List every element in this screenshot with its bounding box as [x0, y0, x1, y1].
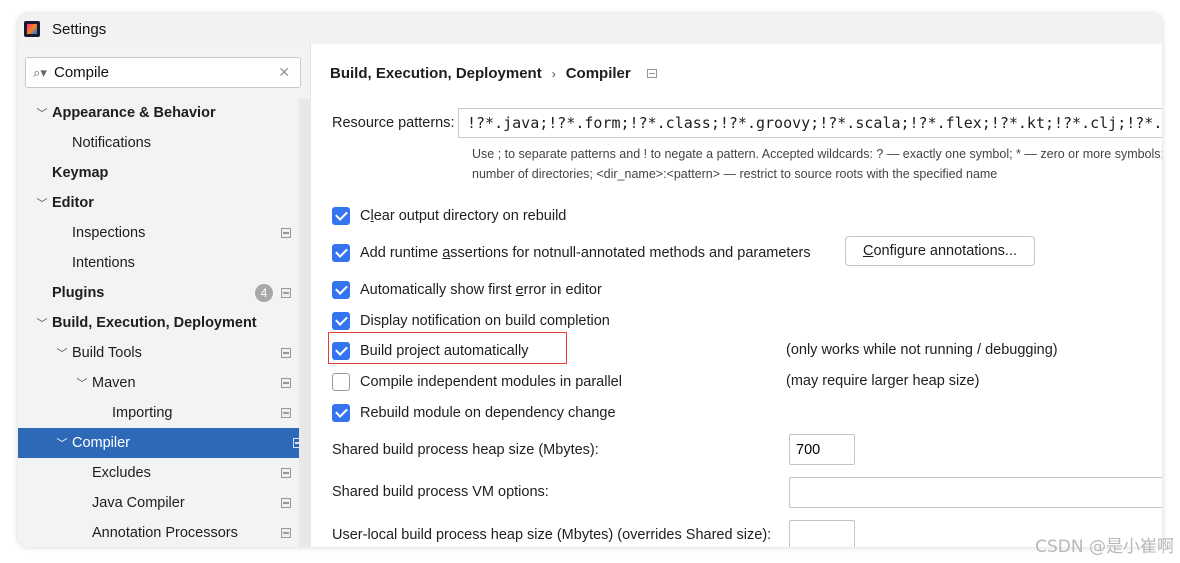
breadcrumb-separator: ›	[551, 66, 556, 81]
sidebar-item-label: Inspections	[72, 225, 146, 241]
sidebar-item-label: Intentions	[72, 255, 135, 271]
breadcrumb-current: Compiler	[565, 65, 631, 82]
rebuild-on-dependency-checkbox[interactable]	[332, 404, 350, 422]
sidebar-item-excludes[interactable]: Excludes	[18, 458, 299, 488]
sidebar-item-label: Importing	[112, 405, 173, 421]
chevron-down-icon[interactable]: ﹀	[32, 315, 52, 331]
sidebar-item-label: Build Tools	[72, 345, 142, 361]
window-title: Settings	[52, 20, 107, 38]
rebuild-on-dependency-option[interactable]: Rebuild module on dependency change	[332, 404, 616, 422]
compiler-settings-panel: Build, Execution, Deployment › Compiler …	[312, 44, 1162, 547]
sidebar-item-label: Editor	[52, 195, 94, 211]
build-automatically-label: Build project automatically	[360, 343, 529, 359]
sidebar-item-importing[interactable]: Importing	[18, 398, 299, 428]
sidebar-item-label: Appearance & Behavior	[52, 105, 216, 121]
compile-parallel-note: (may require larger heap size)	[786, 373, 980, 389]
sidebar-scrollbar[interactable]	[299, 99, 311, 547]
runtime-assertions-checkbox[interactable]	[332, 244, 350, 262]
search-icon[interactable]: ⌕▾	[26, 65, 54, 81]
display-notification-option[interactable]: Display notification on build completion	[332, 312, 610, 330]
vm-options-label: Shared build process VM options:	[332, 484, 549, 500]
sidebar-item-label: Plugins	[52, 285, 105, 301]
chevron-down-icon[interactable]: ﹀	[32, 105, 52, 121]
clear-output-label: Clear output directory on rebuild	[360, 208, 567, 224]
compile-parallel-checkbox[interactable]	[332, 373, 350, 391]
chevron-down-icon[interactable]: ﹀	[52, 345, 72, 361]
project-scope-icon	[281, 228, 291, 238]
sidebar-item-annotation-processors[interactable]: Annotation Processors	[18, 518, 299, 547]
sidebar-item-label: Notifications	[72, 135, 151, 151]
sidebar-item-notifications[interactable]: Notifications	[18, 128, 299, 158]
settings-window: Settings ⌕▾ ✕ ﹀Appearance & BehaviorNoti…	[18, 14, 1162, 547]
settings-tree: ﹀ Appearance & Behavior Notifications Keyma…	[18, 98, 311, 547]
project-scope-icon	[646, 69, 657, 78]
project-scope-icon	[281, 408, 291, 418]
vm-options-input[interactable]	[789, 477, 1162, 508]
sidebar-item-intentions[interactable]: Intentions	[18, 248, 299, 278]
project-scope-icon	[281, 528, 291, 538]
resource-patterns-label: Resource patterns:	[332, 115, 455, 131]
user-heap-size-label: User-local build process heap size (Mbyt…	[332, 527, 772, 543]
sidebar-item-keymap[interactable]: Keymap	[18, 158, 299, 188]
sidebar-item-editor[interactable]: ﹀ Editor	[18, 188, 299, 218]
intellij-logo-icon	[24, 21, 40, 37]
sidebar-item-java-compiler[interactable]: Java Compiler	[18, 488, 299, 518]
configure-annotations-button[interactable]: Configure annotations...	[845, 236, 1035, 266]
resource-patterns-hint-2: number of directories; <dir_name>:<patte…	[472, 167, 998, 181]
clear-output-checkbox[interactable]	[332, 207, 350, 225]
compile-parallel-option[interactable]: Compile independent modules in parallel	[332, 373, 622, 391]
sidebar-item-label: Java Compiler	[92, 495, 185, 511]
chevron-down-icon[interactable]: ﹀	[52, 435, 72, 451]
resource-patterns-hint-1: Use ; to separate patterns and ! to nega…	[472, 147, 1162, 161]
heap-size-label: Shared build process heap size (Mbytes):	[332, 442, 599, 458]
show-first-error-label: Automatically show first error in editor	[360, 282, 602, 298]
display-notification-label: Display notification on build completion	[360, 313, 610, 329]
sidebar-item-label: Compiler	[72, 435, 131, 451]
sidebar-item-plugins[interactable]: Plugins 4	[18, 278, 299, 308]
updates-count-badge: 4	[255, 284, 273, 302]
chevron-down-icon[interactable]: ﹀	[32, 195, 52, 211]
sidebar-item-label: Annotation Processors	[92, 525, 238, 541]
title-bar: Settings	[18, 14, 1162, 44]
project-scope-icon	[281, 348, 291, 358]
sidebar-item-inspections[interactable]: Inspections	[18, 218, 299, 248]
search-box[interactable]: ⌕▾ ✕	[25, 57, 301, 88]
project-scope-icon	[281, 378, 291, 388]
sidebar-item-maven[interactable]: ﹀ Maven	[18, 368, 299, 398]
display-notification-checkbox[interactable]	[332, 312, 350, 330]
runtime-assertions-option[interactable]: Add runtime assertions for notnull-annot…	[332, 244, 811, 262]
user-heap-size-input[interactable]	[789, 520, 855, 547]
rebuild-on-dependency-label: Rebuild module on dependency change	[360, 405, 616, 421]
build-automatically-note: (only works while not running / debuggin…	[786, 342, 1058, 358]
build-automatically-option[interactable]: Build project automatically	[332, 342, 528, 360]
project-scope-icon	[281, 498, 291, 508]
sidebar-item-build-tools[interactable]: ﹀ Build Tools	[18, 338, 299, 368]
sidebar-item-label: Build, Execution, Deployment	[52, 315, 257, 331]
project-scope-icon	[281, 468, 291, 478]
heap-size-input[interactable]	[789, 434, 855, 465]
sidebar-item-label: Keymap	[52, 165, 109, 181]
show-first-error-option[interactable]: Automatically show first error in editor	[332, 281, 602, 299]
breadcrumb: Build, Execution, Deployment › Compiler	[330, 65, 657, 82]
project-scope-icon	[281, 288, 291, 298]
csdn-watermark: CSDN @是小崔啊	[1035, 537, 1174, 557]
sidebar-item-label: Excludes	[92, 465, 151, 481]
settings-sidebar: ⌕▾ ✕ ﹀Appearance & BehaviorNotifications…	[18, 44, 311, 547]
search-input[interactable]	[54, 64, 264, 81]
sidebar-item-label: Maven	[92, 375, 136, 391]
build-automatically-checkbox[interactable]	[332, 342, 350, 360]
clear-search-icon[interactable]: ✕	[278, 64, 290, 81]
compile-parallel-label: Compile independent modules in parallel	[360, 374, 622, 390]
sidebar-item-build-execution-deployment[interactable]: ﹀ Build, Execution, Deployment	[18, 308, 299, 338]
runtime-assertions-label: Add runtime assertions for notnull-annot…	[360, 245, 811, 261]
breadcrumb-parent[interactable]: Build, Execution, Deployment	[330, 65, 542, 82]
resource-patterns-field[interactable]: !?*.java;!?*.form;!?*.class;!?*.groovy;!…	[458, 108, 1162, 138]
sidebar-item-compiler[interactable]: ﹀ Compiler	[18, 428, 311, 458]
clear-output-option[interactable]: Clear output directory on rebuild	[332, 207, 566, 225]
sidebar-item-appearance-behavior[interactable]: ﹀ Appearance & Behavior	[18, 98, 299, 128]
show-first-error-checkbox[interactable]	[332, 281, 350, 299]
chevron-down-icon[interactable]: ﹀	[72, 375, 92, 391]
